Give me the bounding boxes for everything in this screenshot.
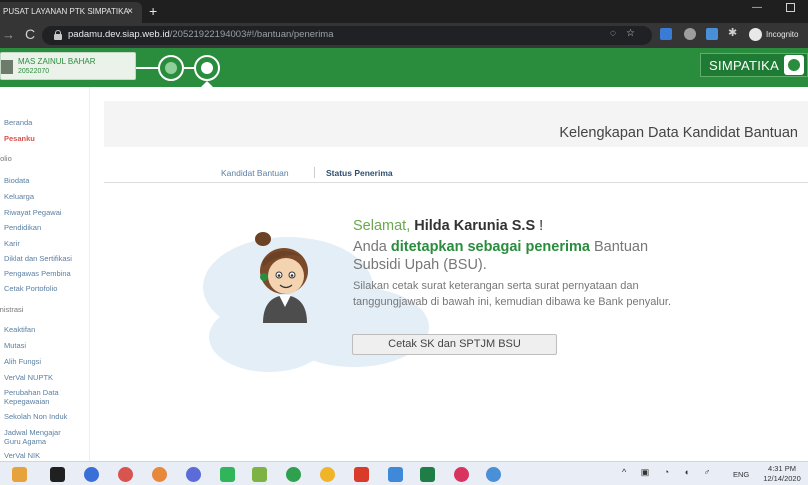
url-text: padamu.dev.siap.web.id/20521922194003#!/… [68, 29, 334, 40]
excel-icon[interactable] [420, 467, 435, 482]
sidebar-item-pengawas-pembina[interactable]: Pengawas Pembina [4, 269, 88, 278]
step-connector [136, 67, 158, 69]
tab-status-penerima[interactable]: Status Penerima [326, 168, 393, 178]
reload-icon[interactable]: C [25, 26, 35, 42]
app-icon[interactable] [118, 467, 133, 482]
app-icon[interactable] [84, 467, 99, 482]
instructions: Silakan cetak surat keterangan serta sur… [353, 280, 671, 308]
sidebar-item-biodata[interactable]: Biodata [4, 176, 88, 185]
pdf-icon[interactable] [354, 467, 369, 482]
sidebar-item-riwayat-pegawai[interactable]: Riwayat Pegawai [4, 208, 88, 217]
app-header: MAS ZAINUL BAHAR 20522070 SIMPATIKA [0, 48, 808, 87]
page-title: Kelengkapan Data Kandidat Bantuan [559, 125, 798, 141]
step-connector [184, 67, 194, 69]
main-content: Kelengkapan Data Kandidat Bantuan Kandid… [91, 87, 808, 461]
greeting: Selamat, Hilda Karunia S.S ! [353, 216, 693, 236]
sidebar-item-pesanku[interactable]: Pesanku [4, 134, 88, 143]
new-tab-button[interactable]: + [149, 2, 157, 20]
language-indicator[interactable]: ENG [733, 470, 749, 479]
browser-toolbar: → C padamu.dev.siap.web.id/2052192219400… [0, 23, 808, 48]
incognito-label: Incognito [766, 30, 799, 39]
tab-close-icon[interactable]: × [124, 6, 136, 18]
logo-icon [784, 55, 804, 75]
sitemap-icon [165, 62, 177, 74]
sidebar-item-perubahan-data[interactable]: Perubahan Data Kepegawaian [4, 388, 74, 406]
brand: SIMPATIKA [700, 53, 808, 77]
extension-icon[interactable] [706, 28, 718, 40]
incognito-icon[interactable] [749, 28, 762, 41]
home-icon [201, 62, 213, 74]
sidebar-item-pendidikan[interactable]: Pendidikan [4, 223, 88, 232]
status-prefix: Anda [353, 239, 387, 255]
url-path: /20521922194003#!/bantuan/penerima [169, 29, 334, 40]
extension-icon[interactable] [684, 28, 696, 40]
minimize-window-icon[interactable]: — [752, 2, 762, 13]
home-button[interactable] [194, 55, 220, 81]
recipient-status: Anda ditetapkan sebagai penerima Bantuan… [353, 238, 693, 274]
sidebar-item-diklat[interactable]: Diklat dan Sertifikasi [4, 254, 88, 263]
sidebar-item-keluarga[interactable]: Keluarga [4, 192, 88, 201]
tab-kandidat-bantuan[interactable]: Kandidat Bantuan [221, 168, 289, 178]
clock-time: 4:31 PM [768, 464, 796, 473]
address-bar[interactable]: padamu.dev.siap.web.id/20521922194003#!/… [42, 26, 652, 45]
sidebar-item-alih-fungsi[interactable]: Alih Fungsi [4, 357, 88, 366]
clock[interactable]: 4:31 PM 12/14/2020 [760, 464, 804, 484]
sidebar-section-portfolio: folio [0, 154, 12, 163]
forward-icon[interactable]: → [2, 27, 15, 42]
sidebar-item-mutasi[interactable]: Mutasi [4, 341, 88, 350]
eye-off-icon[interactable]: ◌☆ [610, 28, 645, 39]
line-icon[interactable] [220, 467, 235, 482]
clock-date: 12/14/2020 [763, 474, 801, 483]
calculator-icon[interactable] [388, 467, 403, 482]
app-icon[interactable] [486, 467, 501, 482]
extension-icon[interactable] [660, 28, 672, 40]
browser-tabstrip: PUSAT LAYANAN PTK SIMPATIKA × + — [0, 0, 808, 23]
avatar [1, 60, 13, 74]
url-host: padamu.dev.siap.web.id [68, 29, 170, 40]
recipient-message: Selamat, Hilda Karunia S.S ! Anda diteta… [353, 216, 693, 310]
character-illustration [255, 232, 308, 323]
sidebar-item-beranda[interactable]: Beranda [4, 118, 88, 127]
sidebar-item-karir[interactable]: Karir [4, 239, 88, 248]
greeting-suffix: ! [539, 218, 544, 234]
status-highlight: ditetapkan sebagai penerima [390, 239, 590, 255]
puzzle-icon[interactable]: ✱ [728, 26, 740, 39]
tab-bar: Kandidat Bantuan Status Penerima [104, 147, 808, 183]
tab-divider [314, 167, 315, 178]
user-id: 20522070 [18, 68, 50, 75]
app-icon[interactable] [50, 467, 65, 482]
file-explorer-icon[interactable] [12, 467, 27, 482]
sidebar: Beranda Pesanku folio Biodata Keluarga R… [0, 87, 90, 461]
user-name: MAS ZAINUL BAHAR [18, 57, 96, 66]
sidebar-item-verval-nik[interactable]: VerVal NIK [4, 451, 88, 460]
page-header: Kelengkapan Data Kandidat Bantuan [104, 101, 808, 147]
greeting-prefix: Selamat, [353, 218, 411, 234]
user-card[interactable]: MAS ZAINUL BAHAR 20522070 [0, 52, 136, 80]
sidebar-item-sekolah-non-induk[interactable]: Sekolah Non Induk [4, 412, 88, 421]
print-sk-sptjm-button[interactable]: Cetak SK dan SPTJM BSU [352, 334, 557, 355]
sidebar-item-verval-nuptk[interactable]: VerVal NUPTK [4, 373, 88, 382]
recipient-name: Hilda Karunia S.S [414, 218, 536, 234]
sidebar-item-jadwal-mengajar[interactable]: Jadwal Mengajar Guru Agama [4, 428, 74, 446]
taskbar: ^ ▣ ◔ ◖ ♂ ENG 4:31 PM 12/14/2020 [0, 461, 808, 485]
app-icon[interactable] [454, 467, 469, 482]
sidebar-item-keaktifan[interactable]: Keaktifan [4, 325, 88, 334]
brand-name: SIMPATIKA [709, 58, 780, 73]
system-tray-icons[interactable]: ^ ▣ ◔ ◖ ♂ [622, 467, 716, 478]
chrome-icon[interactable] [152, 467, 167, 482]
chrome-icon[interactable] [186, 467, 201, 482]
sitemap-button[interactable] [158, 55, 184, 81]
chrome-icon[interactable] [286, 467, 301, 482]
sidebar-item-cetak-portofolio[interactable]: Cetak Portofolio [4, 284, 88, 293]
restore-window-icon[interactable] [786, 3, 795, 12]
tab-title: PUSAT LAYANAN PTK SIMPATIKA [3, 7, 129, 16]
app-icon[interactable] [252, 467, 267, 482]
lock-icon [54, 30, 62, 40]
chrome-icon[interactable] [320, 467, 335, 482]
sidebar-section-admin: inistrasi [0, 305, 24, 314]
browser-tab[interactable]: PUSAT LAYANAN PTK SIMPATIKA × [0, 2, 142, 23]
